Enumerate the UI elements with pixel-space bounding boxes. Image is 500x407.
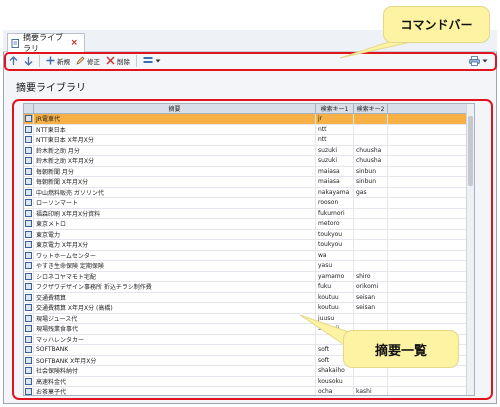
callout-summary-list: 摘要一覧 [343,330,459,368]
callout-command-bar: コマンドバー [383,6,490,43]
screen: 摘要ライブラリ × 新規 修正 削除 摘要ライブラリ 摘要 検索キー1 検索キー… [0,0,500,407]
